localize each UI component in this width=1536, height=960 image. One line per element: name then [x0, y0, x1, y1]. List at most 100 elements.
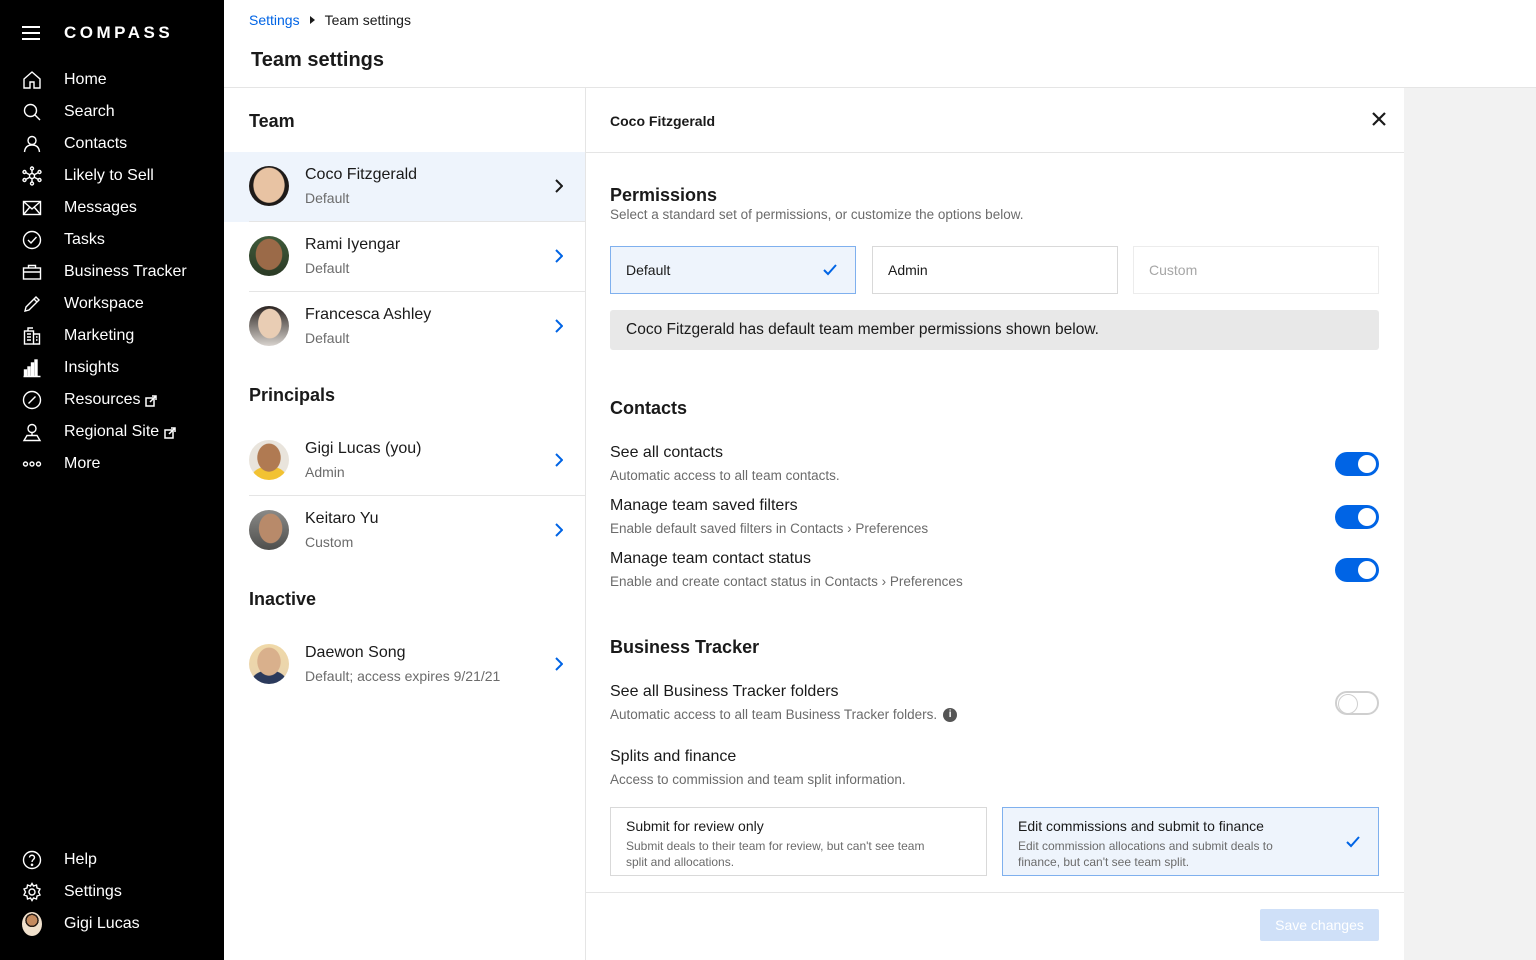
permission-option-admin[interactable]: Admin: [872, 246, 1118, 294]
briefcase-icon: [22, 262, 42, 282]
avatar: [22, 912, 42, 936]
sidebar-top: COMPASS: [22, 23, 173, 43]
permissions-subtitle: Select a standard set of permissions, or…: [610, 207, 1024, 222]
sidebar-item-label: Tasks: [64, 231, 105, 248]
member-role: Default; access expires 9/21/21: [305, 668, 501, 684]
sidebar-item-label: Likely to Sell: [64, 167, 154, 184]
breadcrumb-current: Team settings: [324, 12, 411, 28]
member-role: Default: [305, 190, 350, 206]
team-member-row[interactable]: Keitaro Yu Custom: [224, 496, 585, 566]
sidebar-item-search[interactable]: Search: [0, 96, 224, 128]
split-option-description: Edit commission allocations and submit d…: [1018, 839, 1273, 869]
manage-saved-filters-toggle[interactable]: [1335, 505, 1379, 529]
team-member-row[interactable]: Gigi Lucas (you) Admin: [224, 426, 585, 496]
sidebar-item-workspace[interactable]: Workspace: [0, 288, 224, 320]
info-icon[interactable]: i: [943, 707, 958, 722]
external-link-icon: [164, 426, 176, 439]
page-title: Team settings: [251, 49, 384, 71]
sidebar-item-label: More: [64, 455, 101, 472]
split-option-description: Submit deals to their team for review, b…: [626, 839, 925, 869]
business-tracker-heading: Business Tracker: [610, 637, 760, 657]
splits-description: Access to commission and team split info…: [610, 772, 906, 787]
sidebar-item-contacts[interactable]: Contacts: [0, 128, 224, 160]
contacts-icon: [22, 134, 42, 154]
team-member-row[interactable]: Rami Iyengar Default: [224, 222, 585, 292]
detail-header: Coco Fitzgerald: [586, 88, 1404, 153]
sidebar-item-label: Contacts: [64, 135, 128, 152]
member-name: Daewon Song: [305, 644, 406, 661]
member-detail-panel: Coco Fitzgerald Permissions Select a sta…: [586, 88, 1404, 960]
permissions-notice: Coco Fitzgerald has default team member …: [610, 310, 1379, 350]
app-root: COMPASS Home Search Contacts Likely to S…: [0, 0, 1536, 960]
sidebar-item-home[interactable]: Home: [0, 64, 224, 96]
mail-icon: [22, 198, 42, 218]
sidebar-item-messages[interactable]: Messages: [0, 192, 224, 224]
gear-icon: [22, 882, 42, 902]
save-changes-button[interactable]: Save changes: [1260, 909, 1379, 941]
member-name: Francesca Ashley: [305, 306, 432, 323]
permission-title: Manage team contact status: [610, 550, 811, 567]
permission-option-default[interactable]: Default: [610, 246, 856, 294]
member-name: Gigi Lucas (you): [305, 440, 422, 457]
member-name: Coco Fitzgerald: [305, 166, 418, 183]
avatar: [249, 440, 289, 480]
sidebar: COMPASS Home Search Contacts Likely to S…: [0, 0, 224, 960]
see-all-contacts-toggle[interactable]: [1335, 452, 1379, 476]
team-list-panel: Team Coco Fitzgerald Default Rami Iyenga…: [224, 88, 586, 960]
sidebar-item-profile[interactable]: Gigi Lucas: [0, 908, 224, 940]
sidebar-item-insights[interactable]: Insights: [0, 352, 224, 384]
split-option-title: Submit for review only: [626, 818, 764, 834]
split-option-submit-review[interactable]: Submit for review only Submit deals to t…: [610, 807, 987, 876]
sidebar-item-marketing[interactable]: Marketing: [0, 320, 224, 352]
team-member-row[interactable]: Coco Fitzgerald Default: [224, 152, 585, 222]
split-option-title: Edit commissions and submit to finance: [1018, 818, 1264, 834]
manage-contact-status-toggle[interactable]: [1335, 558, 1379, 582]
permission-option-label: Admin: [888, 262, 928, 278]
sidebar-item-settings[interactable]: Settings: [0, 876, 224, 908]
bar-chart-icon: [22, 358, 42, 378]
chevron-right-icon: [555, 319, 564, 333]
detail-member-name: Coco Fitzgerald: [610, 113, 716, 129]
compass-logo[interactable]: COMPASS: [64, 23, 173, 43]
sidebar-item-label: Workspace: [64, 295, 144, 312]
sidebar-item-label: Business Tracker: [64, 263, 187, 280]
permission-description: Enable and create contact status in Cont…: [610, 574, 963, 589]
compass-icon: [22, 390, 42, 410]
sidebar-item-label: Gigi Lucas: [64, 915, 140, 932]
detail-footer: Save changes: [586, 892, 1404, 960]
hamburger-menu-icon[interactable]: [22, 26, 40, 40]
avatar: [249, 510, 289, 550]
sidebar-item-more[interactable]: More: [0, 448, 224, 480]
sidebar-item-likely-to-sell[interactable]: Likely to Sell: [0, 160, 224, 192]
breadcrumb-settings-link[interactable]: Settings: [249, 12, 300, 28]
building-icon: [22, 326, 42, 346]
member-role: Default: [305, 330, 350, 346]
map-pin-icon: [22, 422, 42, 442]
chevron-right-icon: [555, 179, 564, 193]
section-heading-principals: Principals: [249, 385, 336, 405]
split-option-edit-commissions[interactable]: Edit commissions and submit to finance E…: [1002, 807, 1379, 876]
section-heading-inactive: Inactive: [249, 589, 317, 609]
team-member-row[interactable]: Francesca Ashley Default: [224, 292, 585, 362]
sidebar-item-label: Messages: [64, 199, 137, 216]
avatar: [249, 644, 289, 684]
breadcrumb-arrow-icon: [309, 16, 315, 24]
team-member-row[interactable]: Daewon Song Default; access expires 9/21…: [224, 630, 585, 700]
search-icon: [22, 102, 42, 122]
sidebar-item-business-tracker[interactable]: Business Tracker: [0, 256, 224, 288]
permission-option-custom[interactable]: Custom: [1133, 246, 1379, 294]
member-role: Custom: [305, 534, 354, 550]
sidebar-item-label: Insights: [64, 359, 120, 376]
sidebar-item-help[interactable]: Help: [0, 844, 224, 876]
see-all-bt-folders-toggle[interactable]: [1335, 691, 1379, 715]
contacts-heading: Contacts: [610, 398, 688, 418]
close-icon[interactable]: [1372, 112, 1386, 126]
section-heading-team: Team: [249, 111, 295, 131]
sidebar-item-label: Resources: [64, 391, 141, 408]
sidebar-item-tasks[interactable]: Tasks: [0, 224, 224, 256]
checkmark-icon: [1346, 835, 1360, 848]
sidebar-item-regional-site[interactable]: Regional Site: [0, 416, 224, 448]
chevron-right-icon: [555, 657, 564, 671]
checkmark-icon: [823, 263, 837, 276]
sidebar-item-resources[interactable]: Resources: [0, 384, 224, 416]
